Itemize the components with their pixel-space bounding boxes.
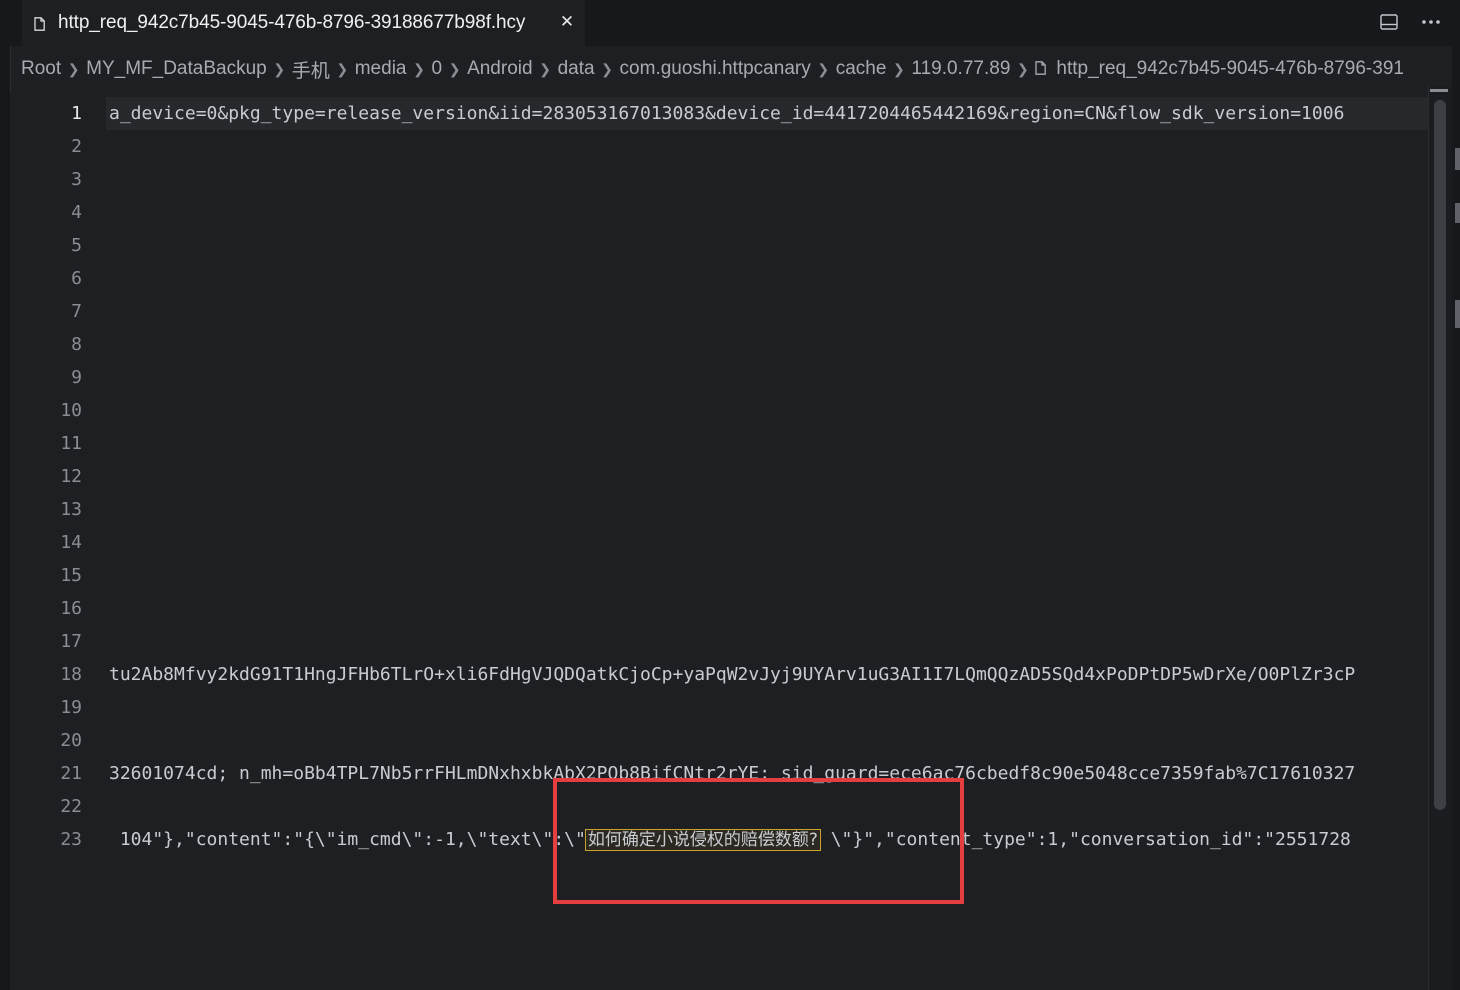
line-number: 20 <box>60 730 82 751</box>
breadcrumb-item[interactable]: data <box>558 58 595 80</box>
editor-tab[interactable]: http_req_942c7b45-9045-476b-8796-3918867… <box>22 0 585 46</box>
chevron-right-icon: ❯ <box>539 60 551 77</box>
line-number: 8 <box>71 334 82 355</box>
line-number: 2 <box>71 136 82 157</box>
tab-title: http_req_942c7b45-9045-476b-8796-3918867… <box>58 12 526 33</box>
line-number: 21 <box>60 763 82 784</box>
line-number: 10 <box>60 400 82 421</box>
breadcrumb-file-label: http_req_942c7b45-9045-476b-8796-391 <box>1056 58 1404 79</box>
chevron-right-icon: ❯ <box>413 60 425 77</box>
chevron-right-icon: ❯ <box>893 60 905 77</box>
breadcrumb-item[interactable]: Root <box>21 58 61 80</box>
breadcrumb-item[interactable]: com.guoshi.httpcanary <box>620 58 811 80</box>
line-number: 14 <box>60 532 82 553</box>
line-number: 3 <box>71 169 82 190</box>
more-actions-icon[interactable] <box>1420 10 1442 34</box>
code-line: 32601074cd; n_mh=oBb4TPL7Nb5rrFHLmDNxhxb… <box>109 763 1356 784</box>
code-line: tu2Ab8Mfvy2kdG91T1HngJFHb6TLrO+xli6FdHgV… <box>109 664 1356 685</box>
code-segment: 104"},"content":"{\"im_cmd\":-1,\"text\"… <box>109 829 586 850</box>
line-number: 22 <box>60 796 82 817</box>
breadcrumb-item[interactable]: 手机 <box>292 56 330 83</box>
line-number: 16 <box>60 598 82 619</box>
line-number: 13 <box>60 499 82 520</box>
line-number: 7 <box>71 301 82 322</box>
line-number: 1 <box>71 103 82 124</box>
chevron-right-icon: ❯ <box>67 60 80 77</box>
scrollbar-thumb[interactable] <box>1434 100 1446 810</box>
file-icon <box>1035 59 1047 75</box>
overview-ruler-mark <box>1455 148 1460 170</box>
line-number: 19 <box>60 697 82 718</box>
line-number-gutter: 1 2 3 4 5 6 7 8 9 10 11 12 13 14 15 16 1… <box>10 97 82 856</box>
scroll-position-marker <box>1430 89 1448 92</box>
split-editor-icon[interactable] <box>1378 10 1400 34</box>
breadcrumb-item[interactable]: cache <box>836 58 887 80</box>
code-segment: \"}","content_type":1,"conversation_id":… <box>819 829 1351 850</box>
code-text[interactable]: a_device=0&pkg_type=release_version&iid=… <box>109 97 1428 856</box>
breadcrumb: Root ❯ MY_MF_DataBackup ❯ 手机 ❯ media ❯ 0… <box>21 52 1446 86</box>
chevron-right-icon: ❯ <box>448 60 461 77</box>
breadcrumb-file[interactable]: http_req_942c7b45-9045-476b-8796-391 <box>1035 58 1404 80</box>
line-number: 17 <box>60 631 82 652</box>
breadcrumb-item[interactable]: 0 <box>431 58 442 80</box>
line-number: 4 <box>71 202 82 223</box>
editor-actions <box>1378 10 1442 34</box>
search-match-highlight: 如何确定小说侵权的赔偿数额? <box>584 829 821 851</box>
overview-ruler <box>1452 46 1460 990</box>
chevron-right-icon: ❯ <box>817 60 830 77</box>
breadcrumb-item[interactable]: Android <box>467 58 533 80</box>
close-icon[interactable]: ✕ <box>557 11 577 33</box>
line-number: 11 <box>60 433 82 454</box>
line-number: 12 <box>60 466 82 487</box>
editor-tab-bar: http_req_942c7b45-9045-476b-8796-3918867… <box>10 0 1460 46</box>
line-number: 5 <box>71 235 82 256</box>
line-number: 15 <box>60 565 82 586</box>
breadcrumb-item[interactable]: 119.0.77.89 <box>911 58 1010 80</box>
chevron-right-icon: ❯ <box>1017 60 1029 77</box>
line-number: 9 <box>71 367 82 388</box>
code-line: a_device=0&pkg_type=release_version&iid=… <box>109 103 1345 124</box>
file-icon <box>34 16 45 31</box>
breadcrumb-item[interactable]: MY_MF_DataBackup <box>86 58 267 80</box>
overview-ruler-mark <box>1455 203 1460 223</box>
overview-ruler-mark <box>1455 300 1460 328</box>
chevron-right-icon: ❯ <box>336 60 349 77</box>
chevron-right-icon: ❯ <box>273 60 286 77</box>
line-number: 23 <box>60 829 82 850</box>
chevron-right-icon: ❯ <box>601 60 613 77</box>
code-line-23: 104"},"content":"{\"im_cmd\":-1,\"text\"… <box>109 823 1428 856</box>
breadcrumb-item[interactable]: media <box>355 58 407 80</box>
code-editor[interactable]: 1 2 3 4 5 6 7 8 9 10 11 12 13 14 15 16 1… <box>10 93 1428 990</box>
line-number: 18 <box>60 664 82 685</box>
line-number: 6 <box>71 268 82 289</box>
